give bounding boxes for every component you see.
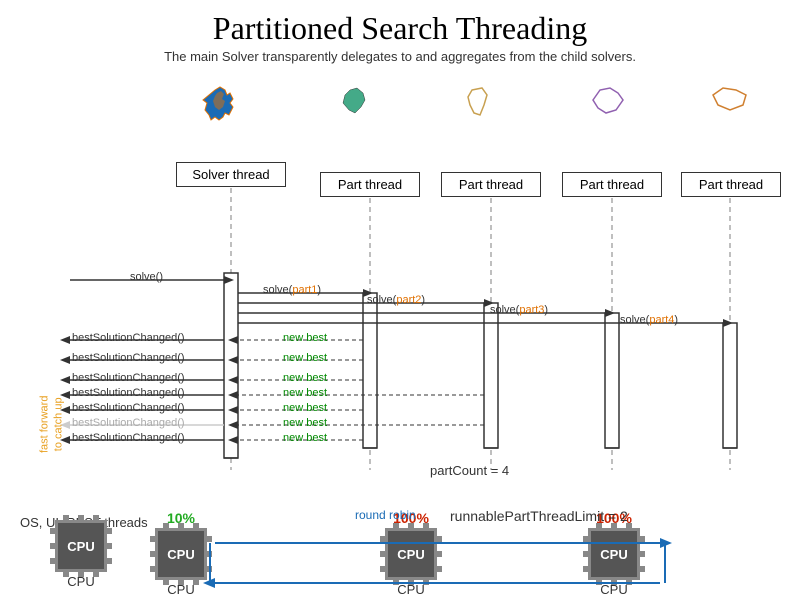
bottom-section: OS, UI, REST threads CPU CPU 10% CPU CPU…	[0, 505, 800, 600]
new-best-7: new best	[283, 432, 327, 444]
new-best-2: new best	[283, 352, 327, 364]
new-best-3: new best	[283, 372, 327, 384]
new-best-5: new best	[283, 402, 327, 414]
solve-label: solve()	[130, 271, 163, 283]
bsc-label-1: bestSolutionChanged()	[72, 332, 185, 344]
part4-thread-box: Part thread	[681, 172, 781, 197]
solve-part2-label: solve(part2)	[367, 294, 425, 306]
bsc-label-7: bestSolutionChanged()	[72, 432, 185, 444]
part1-thread-box: Part thread	[320, 172, 420, 197]
solver-thread-box: Solver thread	[176, 162, 286, 187]
fast-forward-label: fast forwardto catch up	[38, 394, 67, 454]
diagram-area: Solver thread Part thread Part thread Pa…	[0, 75, 800, 505]
new-best-1: new best	[283, 332, 327, 344]
bsc-label-6-gray: bestSolutionChanged()	[72, 417, 185, 429]
solve-part3-label: solve(part3)	[490, 304, 548, 316]
part-count-label: partCount = 4	[430, 463, 509, 478]
bsc-label-4: bestSolutionChanged()	[72, 387, 185, 399]
page-subtitle: The main Solver transparently delegates …	[0, 49, 800, 64]
new-best-6: new best	[283, 417, 327, 429]
page-title: Partitioned Search Threading	[0, 0, 800, 47]
part3-thread-box: Part thread	[562, 172, 662, 197]
bsc-label-2: bestSolutionChanged()	[72, 352, 185, 364]
new-best-4: new best	[283, 387, 327, 399]
solve-part1-label: solve(part1)	[263, 284, 321, 296]
solve-part4-label: solve(part4)	[620, 314, 678, 326]
part2-thread-box: Part thread	[441, 172, 541, 197]
bsc-label-3: bestSolutionChanged()	[72, 372, 185, 384]
round-robin-arrows	[0, 505, 800, 600]
bsc-label-5: bestSolutionChanged()	[72, 402, 185, 414]
